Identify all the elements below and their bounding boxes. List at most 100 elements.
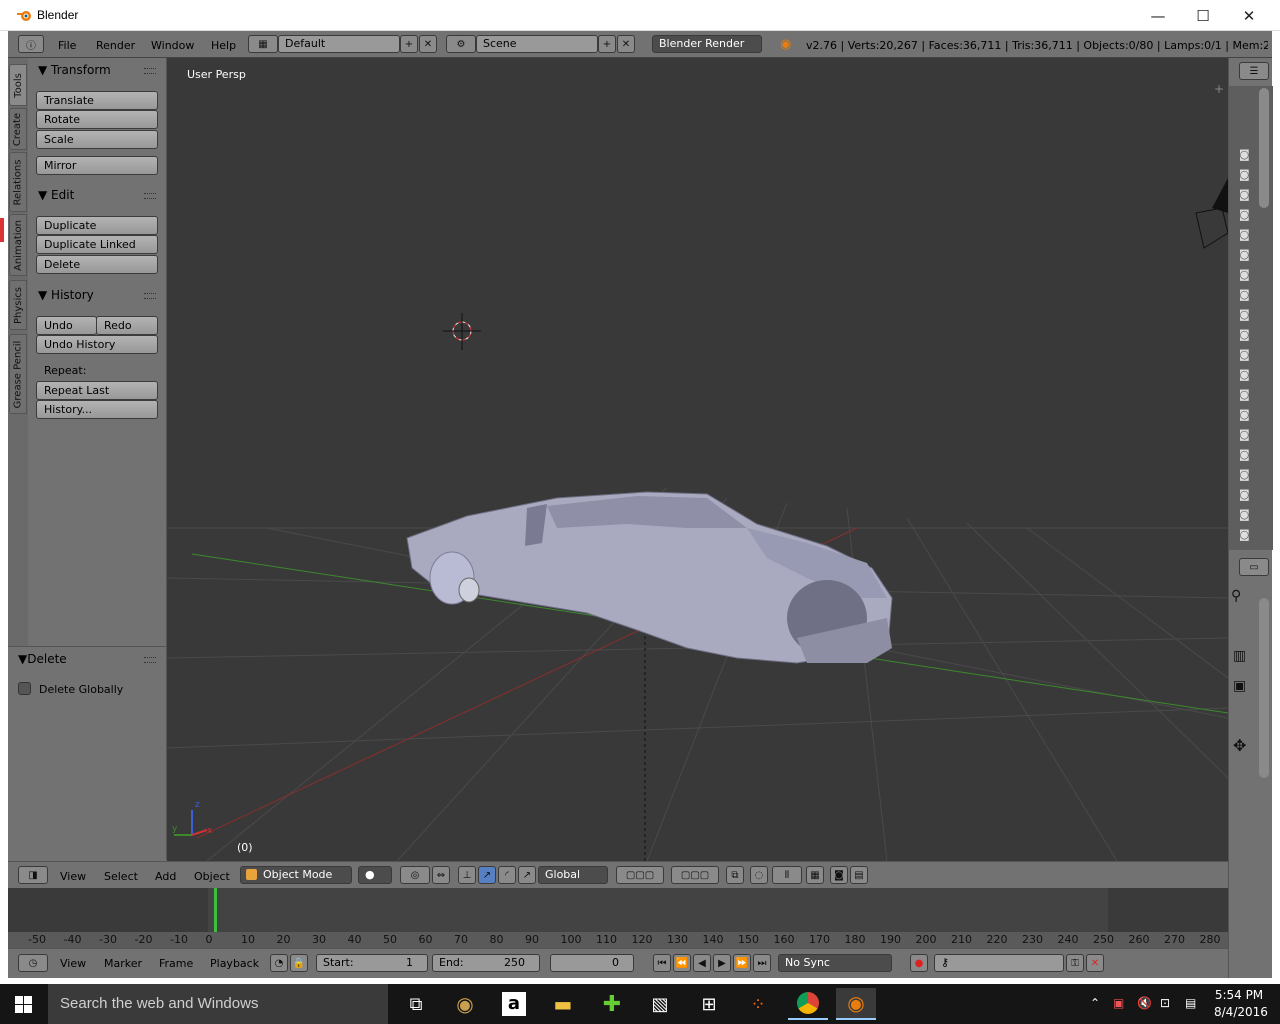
outliner-render-toggle-icon[interactable]: ◙ xyxy=(1239,168,1250,181)
sync-select[interactable]: No Sync xyxy=(778,954,892,972)
menu-marker[interactable]: Marker xyxy=(104,957,142,970)
outliner-render-toggle-icon[interactable]: ◙ xyxy=(1239,428,1250,441)
outliner-render-toggle-icon[interactable]: ◙ xyxy=(1239,528,1250,541)
duplicate-button[interactable]: Duplicate xyxy=(36,216,158,235)
pin-icon[interactable]: ⚲ xyxy=(1231,588,1253,610)
outliner-render-toggle-icon[interactable]: ◙ xyxy=(1239,468,1250,481)
outliner-render-toggle-icon[interactable]: ◙ xyxy=(1239,208,1250,221)
undo-button[interactable]: Undo xyxy=(36,316,97,335)
layout-field[interactable]: Default xyxy=(278,35,400,53)
3d-viewport[interactable]: User Persp (0) z y x + xyxy=(167,58,1228,861)
outliner-render-toggle-icon[interactable]: ◙ xyxy=(1239,328,1250,341)
play-reverse-icon[interactable]: ◀ xyxy=(693,954,711,972)
car-model[interactable] xyxy=(406,491,893,664)
opengl-anim-icon[interactable]: ▤ xyxy=(850,866,868,884)
notifications-icon[interactable]: ▤ xyxy=(1185,996,1196,1010)
menu-view-timeline[interactable]: View xyxy=(60,957,86,970)
menu-view[interactable]: View xyxy=(60,870,86,883)
redo-button[interactable]: Redo xyxy=(96,316,158,335)
prev-keyframe-icon[interactable]: ⏪ xyxy=(673,954,691,972)
task-view-icon[interactable]: ⧉ xyxy=(396,988,436,1020)
properties-scrollbar[interactable] xyxy=(1259,598,1269,778)
remove-layout-icon[interactable]: ✕ xyxy=(419,35,437,53)
chrome-icon[interactable] xyxy=(788,988,828,1020)
lock-range-icon[interactable]: 🔒 xyxy=(290,954,308,972)
remove-scene-icon[interactable]: ✕ xyxy=(617,35,635,53)
next-keyframe-icon[interactable]: ⏩ xyxy=(733,954,751,972)
taskbar-search-box[interactable]: Search the web and Windows xyxy=(48,984,388,1024)
menu-render[interactable]: Render xyxy=(96,39,135,52)
plus-app-icon[interactable]: ✚ xyxy=(592,988,632,1020)
scale-manipulator-icon[interactable]: ↗ xyxy=(518,866,536,884)
jump-start-icon[interactable]: ⏮ xyxy=(653,954,671,972)
3d-cursor-icon[interactable] xyxy=(443,313,481,350)
menu-file[interactable]: File xyxy=(58,39,76,52)
outliner-render-toggle-icon[interactable]: ◙ xyxy=(1239,508,1250,521)
proportional-edit-icon[interactable]: ◌ xyxy=(750,866,768,884)
snap-target-icon[interactable]: ▦ xyxy=(806,866,824,884)
editor-type-info-icon[interactable]: ⓘ xyxy=(18,35,44,53)
current-frame-field[interactable]: 0 xyxy=(550,954,634,972)
viewport-shading-select[interactable]: ● xyxy=(358,866,392,884)
editor-type-3d-icon[interactable]: ◨ xyxy=(18,866,48,884)
delete-globally-checkbox[interactable] xyxy=(18,682,31,695)
menu-playback[interactable]: Playback xyxy=(210,957,259,970)
outliner-render-toggle-icon[interactable]: ◙ xyxy=(1239,248,1250,261)
menu-help[interactable]: Help xyxy=(211,39,236,52)
jump-end-icon[interactable]: ⏭ xyxy=(753,954,771,972)
add-layout-icon[interactable]: + xyxy=(400,35,418,53)
delete-button[interactable]: Delete xyxy=(36,255,158,274)
outliner-render-toggle-icon[interactable]: ◙ xyxy=(1239,488,1250,501)
duplicate-linked-button[interactable]: Duplicate Linked xyxy=(36,235,158,254)
origin-app-icon[interactable]: ⁘ xyxy=(738,988,778,1020)
tray-security-icon[interactable]: ▣ xyxy=(1113,996,1124,1010)
scene-icon[interactable]: ⚙ xyxy=(446,35,476,53)
rotate-manipulator-icon[interactable]: ◜ xyxy=(498,866,516,884)
render-engine-select[interactable]: Blender Render xyxy=(652,35,762,53)
minimize-button[interactable]: — xyxy=(1135,0,1181,31)
mirror-button[interactable]: Mirror xyxy=(36,156,158,175)
tab-physics[interactable]: Physics xyxy=(9,280,27,330)
panel-grip-icon[interactable] xyxy=(144,193,156,199)
tab-create[interactable]: Create xyxy=(9,108,27,150)
tab-tools[interactable]: Tools xyxy=(9,64,27,106)
menu-select[interactable]: Select xyxy=(104,870,138,883)
outliner-render-toggle-icon[interactable]: ◙ xyxy=(1239,348,1250,361)
maximize-button[interactable]: ☐ xyxy=(1180,0,1226,31)
timeline-area[interactable]: -50 -40 -30 -20 -10 0 10 20 30 40 50 60 70 80 90 100 110… xyxy=(8,888,1228,948)
object-context-icon[interactable]: ✥ xyxy=(1233,736,1246,755)
clock-time[interactable]: 5:54 PM xyxy=(1214,988,1264,1002)
file-explorer-icon[interactable]: ▬ xyxy=(543,988,583,1020)
outliner-render-toggle-icon[interactable]: ◙ xyxy=(1239,448,1250,461)
outliner-scrollbar[interactable] xyxy=(1259,88,1269,208)
tray-chevron-icon[interactable]: ⌃ xyxy=(1090,996,1100,1010)
scale-button[interactable]: Scale xyxy=(36,130,158,149)
windows-start-icon[interactable] xyxy=(15,996,32,1013)
outliner-render-toggle-icon[interactable]: ◙ xyxy=(1239,368,1250,381)
operator-panel-header[interactable]: ▼Delete xyxy=(18,652,67,666)
media-app-icon[interactable]: ◉ xyxy=(445,988,485,1020)
properties-toggle-icon[interactable]: + xyxy=(1214,82,1224,96)
outliner-render-toggle-icon[interactable]: ◙ xyxy=(1239,388,1250,401)
paint-app-icon[interactable]: ▧ xyxy=(640,988,680,1020)
menu-window[interactable]: Window xyxy=(151,39,194,52)
play-icon[interactable]: ▶ xyxy=(713,954,731,972)
rotate-button[interactable]: Rotate xyxy=(36,110,158,129)
panel-grip-icon[interactable] xyxy=(144,68,156,74)
manipulator-toggle-icon[interactable]: ⊥ xyxy=(458,866,476,884)
editor-type-timeline-icon[interactable]: ◷ xyxy=(18,954,48,972)
outliner-editor-icon[interactable]: ☰ xyxy=(1239,62,1269,80)
opengl-render-icon[interactable]: ◙ xyxy=(830,866,848,884)
screen-layout-icon[interactable]: ▦ xyxy=(248,35,278,53)
record-icon[interactable]: ● xyxy=(910,954,928,972)
network-icon[interactable]: ⊡ xyxy=(1160,996,1170,1010)
transform-panel-header[interactable]: ▼ Transform xyxy=(38,63,111,77)
outliner-render-toggle-icon[interactable]: ◙ xyxy=(1239,148,1250,161)
undo-history-button[interactable]: Undo History xyxy=(36,335,158,354)
insert-keyframe-icon[interactable]: ⚿ xyxy=(1066,954,1084,972)
tab-animation[interactable]: Animation xyxy=(9,214,27,276)
layers-group-b-icon[interactable]: ▢▢▢ xyxy=(671,866,719,884)
limit-selection-icon[interactable]: ⇔ xyxy=(432,866,450,884)
layers-group-a-icon[interactable]: ▢▢▢ xyxy=(616,866,664,884)
delete-keyframe-icon[interactable]: ✕ xyxy=(1086,954,1104,972)
